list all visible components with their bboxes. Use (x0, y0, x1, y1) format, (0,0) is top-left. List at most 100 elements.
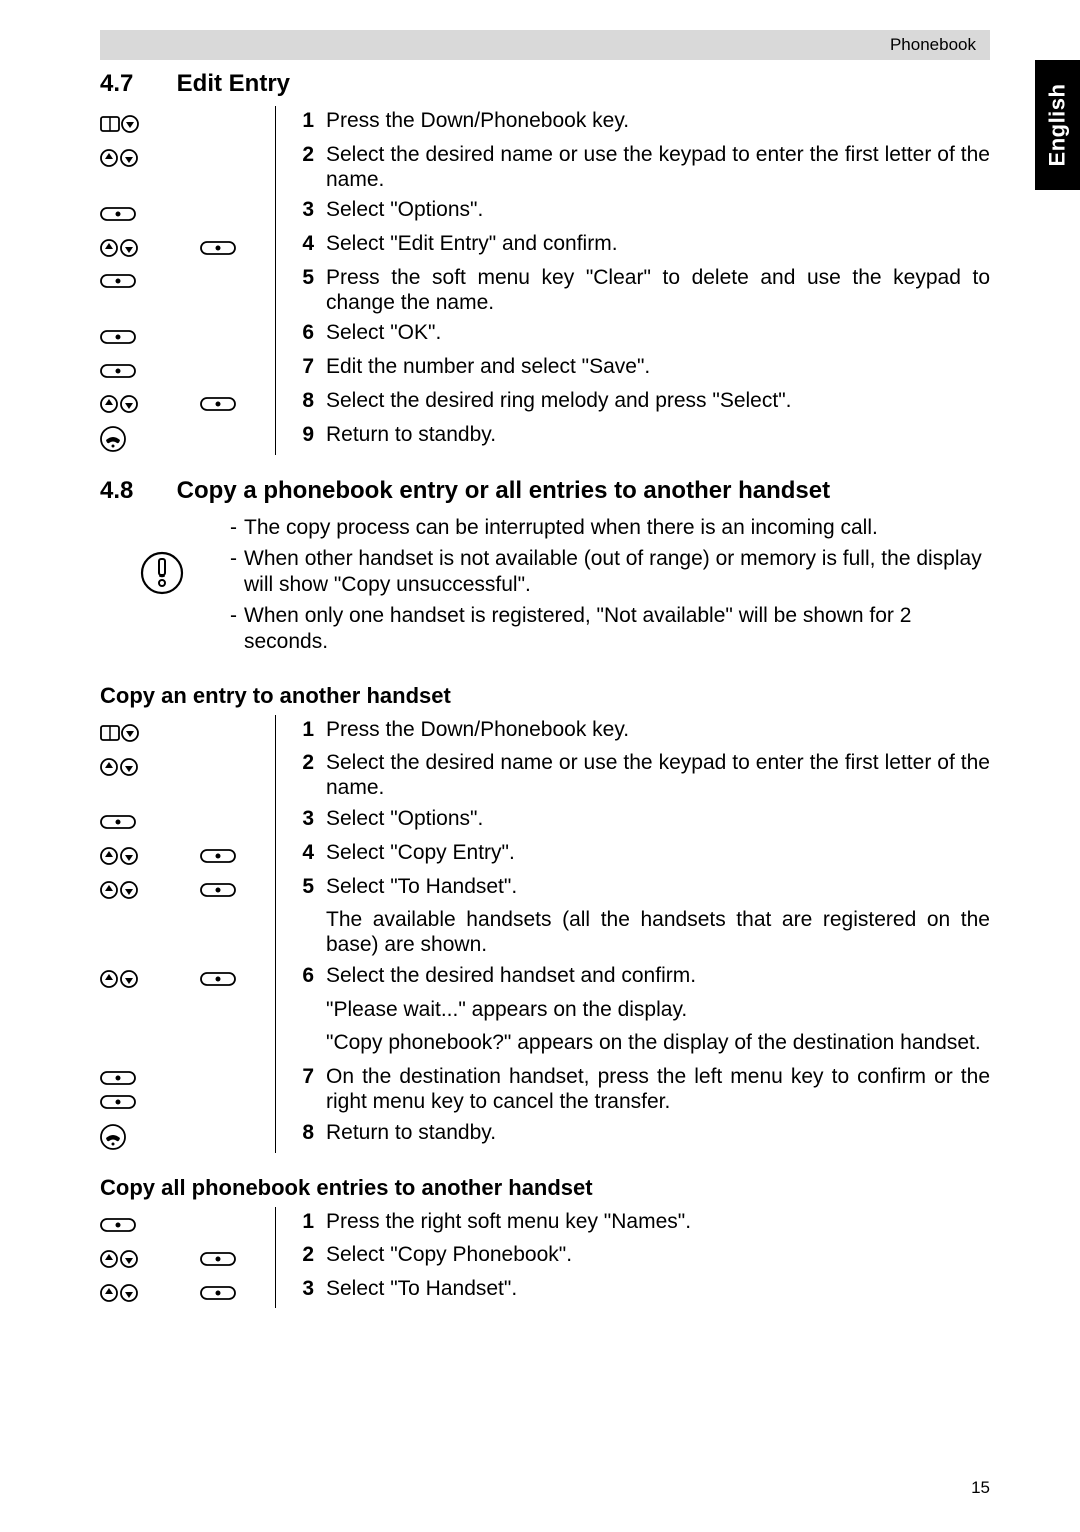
step-row: 1Press the Down/Phonebook key. (100, 715, 990, 749)
step-text: Select the desired name or use the keypa… (326, 748, 990, 804)
step-icon-1 (100, 1240, 200, 1274)
step-number: 8 (276, 1118, 327, 1153)
step-number (276, 905, 327, 961)
note-block: - The copy process can be interrupted wh… (100, 515, 990, 661)
step-text: Select the desired name or use the keypa… (326, 140, 990, 196)
step-icon-1 (100, 195, 200, 229)
end-icon (100, 426, 126, 452)
step-number: 3 (276, 195, 327, 229)
up-down-icon (100, 238, 138, 258)
step-number: 6 (276, 961, 327, 995)
steps-4-8b: 1Press the right soft menu key "Names".2… (100, 1207, 990, 1308)
step-number: 8 (276, 386, 327, 420)
step-icon-2 (200, 961, 276, 995)
step-icon-1 (100, 318, 200, 352)
step-icon-1 (100, 352, 200, 386)
step-icon-2 (200, 1028, 276, 1062)
step-number: 6 (276, 318, 327, 352)
step-icon-2 (200, 229, 276, 263)
soft-icon (100, 271, 136, 291)
step-icon-1 (100, 140, 200, 196)
step-number (276, 1028, 327, 1062)
up-down-icon (100, 1249, 138, 1269)
step-icon-1 (100, 905, 200, 961)
step-row: 4Select "Copy Entry". (100, 838, 990, 872)
step-icon-1 (100, 229, 200, 263)
step-text: Edit the number and select "Save". (326, 352, 990, 386)
section-4-7-text: Edit Entry (177, 70, 290, 97)
step-icon-1 (100, 961, 200, 995)
step-row: 7Edit the number and select "Save". (100, 352, 990, 386)
step-text: Select "To Handset". (326, 1274, 990, 1308)
step-icon-2 (200, 1207, 276, 1241)
language-label: English (1045, 84, 1071, 167)
note-text-line: When other handset is not available (out… (244, 546, 990, 597)
section-4-7-title: 4.7 Edit Entry (100, 70, 990, 98)
step-icon-1 (100, 748, 200, 804)
step-text: Select "To Handset". (326, 872, 990, 906)
step-row: 2Select the desired name or use the keyp… (100, 748, 990, 804)
soft-icon (100, 327, 136, 347)
step-number: 7 (276, 1062, 327, 1118)
step-icon-2 (200, 1274, 276, 1308)
step-text: Press the Down/Phonebook key. (326, 106, 990, 140)
step-text: Press the right soft menu key "Names". (326, 1207, 990, 1241)
soft-icon (200, 880, 236, 900)
step-row: 2Select the desired name or use the keyp… (100, 140, 990, 196)
up-down-icon (100, 394, 138, 414)
step-text: Press the Down/Phonebook key. (326, 715, 990, 749)
soft-icon (200, 1249, 236, 1269)
step-row: 2Select "Copy Phonebook". (100, 1240, 990, 1274)
note-text: - The copy process can be interrupted wh… (230, 515, 990, 661)
step-row: 8Select the desired ring melody and pres… (100, 386, 990, 420)
book-down-icon (100, 723, 140, 743)
step-row: 5Press the soft menu key "Clear" to dele… (100, 263, 990, 319)
step-icon-2 (200, 748, 276, 804)
step-icon-2 (200, 872, 276, 906)
step-icon-2 (200, 1118, 276, 1153)
note-line: - The copy process can be interrupted wh… (230, 515, 990, 541)
step-number: 2 (276, 1240, 327, 1274)
step-icon-1 (100, 1062, 200, 1118)
section-4-8-num: 4.8 (100, 477, 170, 505)
step-text: Select "Copy Phonebook". (326, 1240, 990, 1274)
step-icon-2 (200, 715, 276, 749)
step-number: 1 (276, 1207, 327, 1241)
step-row: 9Return to standby. (100, 420, 990, 455)
step-icon-1 (100, 872, 200, 906)
step-icon-2 (200, 804, 276, 838)
step-number: 9 (276, 420, 327, 455)
page-number: 15 (971, 1478, 990, 1498)
step-text: "Copy phonebook?" appears on the display… (326, 1028, 990, 1062)
step-icon-1 (100, 995, 200, 1029)
info-icon (140, 551, 184, 600)
up-down-icon (100, 148, 138, 168)
step-icon-1 (100, 1207, 200, 1241)
step-icon-1 (100, 1274, 200, 1308)
step-text: Select "Edit Entry" and confirm. (326, 229, 990, 263)
sub2-title: Copy all phonebook entries to another ha… (100, 1175, 990, 1201)
step-row: 7On the destination handset, press the l… (100, 1062, 990, 1118)
step-row: 3Select "To Handset". (100, 1274, 990, 1308)
dash-icon: - (230, 515, 244, 541)
step-icon-2 (200, 386, 276, 420)
step-row: 5Select "To Handset". (100, 872, 990, 906)
step-icon-2 (200, 318, 276, 352)
step-icon-1 (100, 386, 200, 420)
soft-icon (200, 1283, 236, 1303)
step-number: 2 (276, 140, 327, 196)
step-row: 8Return to standby. (100, 1118, 990, 1153)
step-icon-2 (200, 195, 276, 229)
step-icon-1 (100, 1028, 200, 1062)
soft-icon (200, 394, 236, 414)
step-text: The available handsets (all the handsets… (326, 905, 990, 961)
step-text: Select "Options". (326, 804, 990, 838)
step-icon-1 (100, 804, 200, 838)
step-number: 4 (276, 229, 327, 263)
step-row: 3Select "Options". (100, 804, 990, 838)
up-down-icon (100, 1283, 138, 1303)
page: Phonebook English 4.7 Edit Entry 1Press … (0, 0, 1080, 1532)
dash-icon: - (230, 546, 244, 597)
end-icon (100, 1124, 126, 1150)
step-text: Return to standby. (326, 1118, 990, 1153)
